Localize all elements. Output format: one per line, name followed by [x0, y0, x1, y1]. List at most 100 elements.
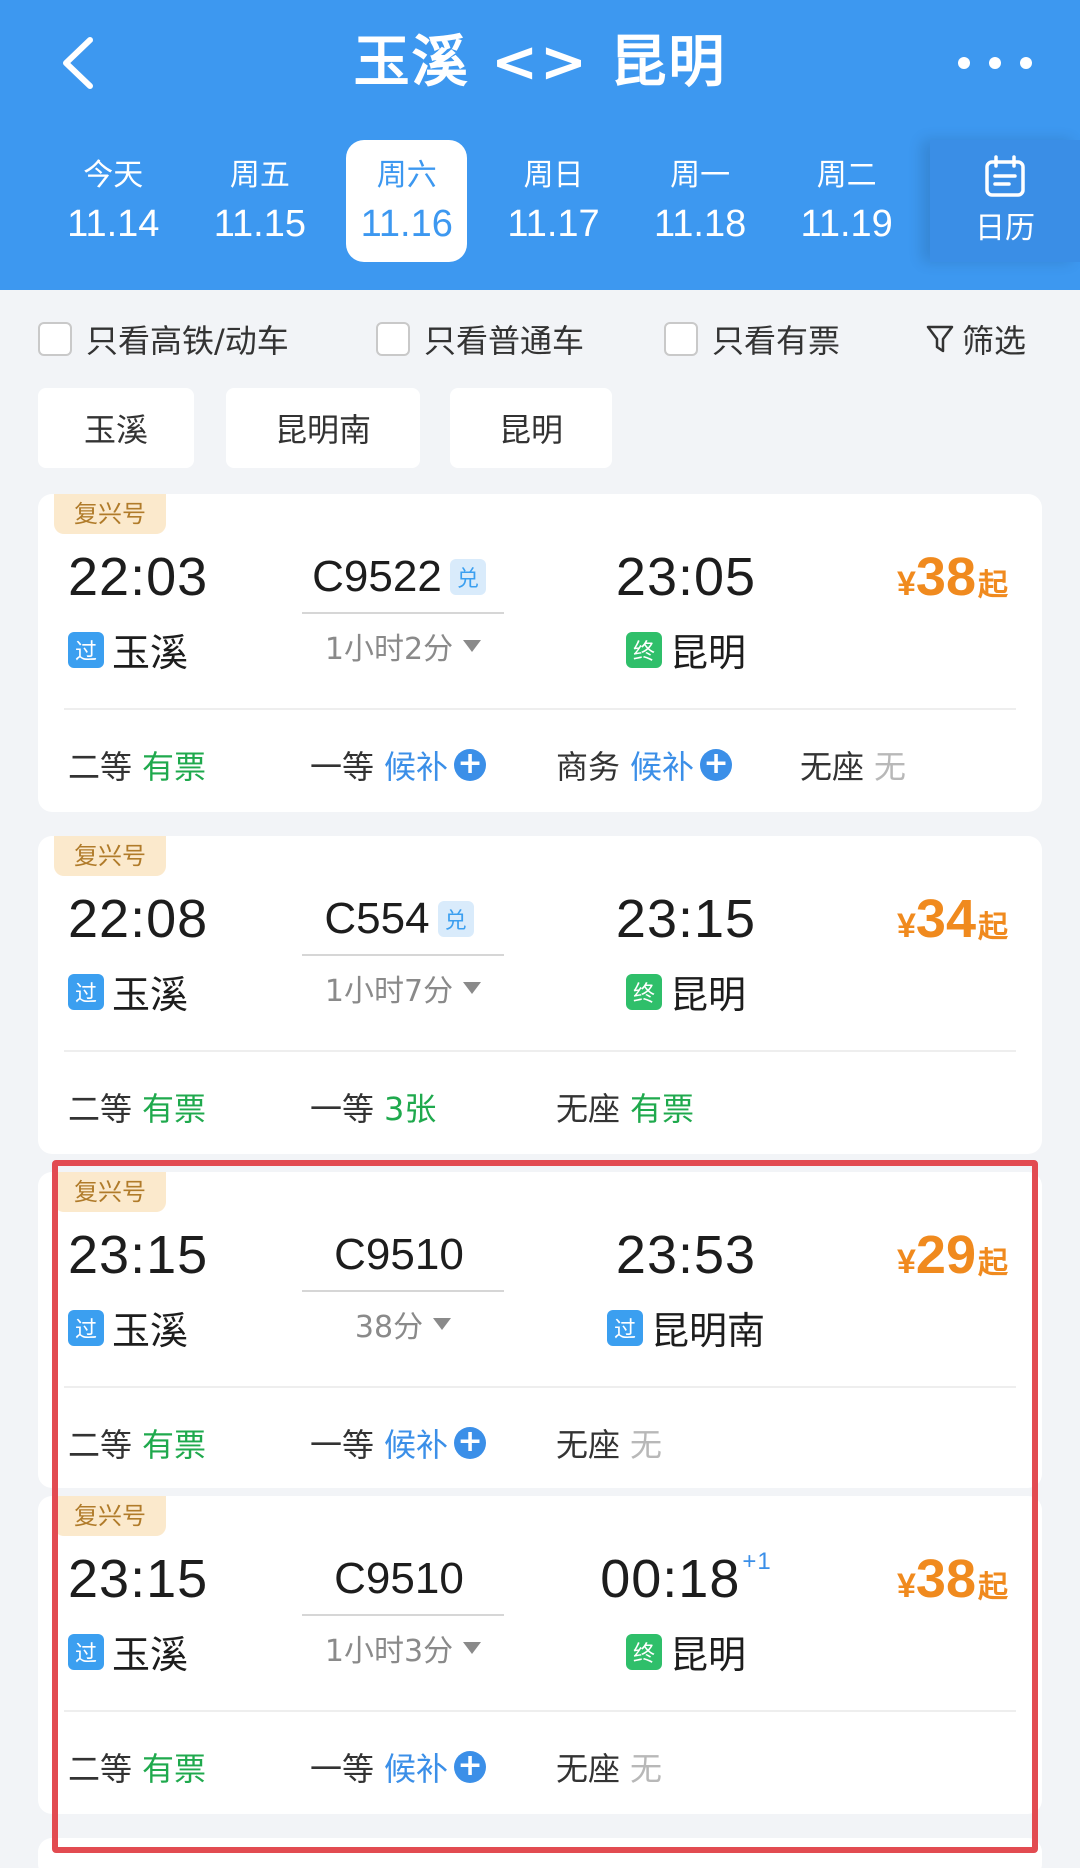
departure-station-name: 玉溪: [112, 1633, 189, 1677]
seat-class: 二等: [68, 1426, 133, 1464]
departure-station: 过玉溪: [68, 622, 188, 677]
filter-putong-checkbox[interactable]: 只看普通车: [376, 316, 584, 362]
card-divider: [64, 708, 1016, 710]
seat-status: 候补: [384, 1426, 449, 1464]
train-card[interactable]: 复兴号 22:08 过玉溪 C554 兑 1小时7分 23:15 终昆明 ¥34 起二等 有票 一等 3…: [38, 836, 1042, 1154]
date-tab-date: 11.14: [67, 203, 160, 245]
date-tab-date: 11.17: [507, 203, 600, 245]
seat-availability[interactable]: 无座无: [800, 742, 906, 788]
seat-availability[interactable]: 二等 有票: [68, 1744, 206, 1790]
seat-status: 无: [630, 1750, 663, 1788]
station-chip-yuxi[interactable]: 玉溪: [38, 388, 194, 468]
duration-line: [302, 1614, 504, 1616]
train-card-partial[interactable]: [38, 1838, 1042, 1868]
station-chip-kunming[interactable]: 昆明: [450, 388, 612, 468]
exchange-badge: 兑: [437, 901, 474, 937]
pass-badge: 过: [68, 973, 104, 1010]
duration-line: [302, 1290, 504, 1292]
duration-toggle[interactable]: 1小时3分: [302, 1626, 504, 1670]
train-type-tag: 复兴号: [54, 1172, 166, 1212]
departure-time: 22:08: [68, 889, 209, 949]
seat-availability[interactable]: 一等 候补 +: [310, 742, 487, 788]
price-suffix: 起: [978, 1571, 1008, 1604]
price: ¥38 起: [897, 546, 1008, 608]
add-waitlist-icon[interactable]: +: [700, 749, 733, 781]
station-chip-kunmingnan[interactable]: 昆明南: [226, 388, 420, 468]
arrival-time-text: 23:05: [615, 547, 757, 607]
add-waitlist-icon[interactable]: +: [454, 749, 487, 781]
date-tab-weekday: 周六: [376, 158, 437, 193]
more-button[interactable]: [950, 28, 1040, 98]
train-card[interactable]: 复兴号 23:15 过玉溪 C9510 1小时3分 00:18 +1 终昆明 ¥38 起二等 有票 一…: [38, 1496, 1042, 1814]
add-waitlist-icon[interactable]: +: [454, 1751, 487, 1783]
seat-status: 有票: [142, 1750, 207, 1788]
departure-station: 过玉溪: [68, 964, 188, 1019]
train-card[interactable]: 复兴号 23:15 过玉溪 C9510 38分 23:53 过昆明南 ¥29 起二等 有票 一等 候补…: [38, 1172, 1042, 1488]
date-tab[interactable]: 周六 11.16: [346, 140, 468, 262]
caret-down-icon: [463, 982, 482, 994]
duration-toggle[interactable]: 1小时7分: [302, 966, 504, 1010]
card-divider: [64, 1386, 1016, 1388]
seat-status: 有票: [630, 1090, 695, 1128]
seat-class: 二等: [68, 748, 133, 786]
arrival-station: 终昆明: [586, 1624, 786, 1679]
departure-time: 23:15: [68, 1549, 209, 1609]
add-waitlist-icon[interactable]: +: [454, 1427, 487, 1459]
seat-availability[interactable]: 无座无: [556, 1744, 662, 1790]
caret-down-icon: [463, 640, 482, 652]
date-tab[interactable]: 周五 11.15: [187, 140, 334, 262]
seat-availability[interactable]: 二等 有票: [68, 1084, 206, 1130]
duration-line: [302, 612, 504, 614]
train-number: C9510: [294, 1554, 504, 1604]
seat-availability[interactable]: 一等 3张: [310, 1084, 436, 1130]
funnel-icon: [926, 325, 954, 353]
duration-text: 1小时2分: [324, 632, 454, 667]
seat-class: 无座: [800, 748, 865, 786]
seat-availability[interactable]: 商务 候补 +: [556, 742, 733, 788]
seat-status: 有票: [142, 1090, 207, 1128]
seat-availability[interactable]: 一等 候补 +: [310, 1420, 487, 1466]
seat-availability[interactable]: 二等 有票: [68, 1420, 206, 1466]
price: ¥34 起: [897, 888, 1008, 950]
seat-status: 候补: [384, 748, 449, 786]
price-symbol: ¥: [897, 907, 916, 945]
duration-line: [302, 954, 504, 956]
terminal-badge: 终: [625, 973, 662, 1010]
seat-class: 二等: [68, 1750, 133, 1788]
filter-button[interactable]: 筛选: [926, 316, 1026, 362]
duration-text: 38分: [354, 1310, 424, 1345]
filter-gaotie-checkbox[interactable]: 只看高铁/动车: [38, 316, 289, 362]
duration-toggle[interactable]: 38分: [302, 1302, 504, 1346]
seat-class: 商务: [556, 748, 621, 786]
seat-class: 二等: [68, 1090, 133, 1128]
caret-down-icon: [433, 1318, 452, 1330]
date-tab[interactable]: 周日 11.17: [480, 140, 627, 262]
date-tab[interactable]: 周二 11.19: [773, 140, 920, 262]
seat-availability[interactable]: 无座 有票: [556, 1084, 694, 1130]
departure-time: 23:15: [68, 1225, 209, 1285]
duration-text: 1小时7分: [324, 974, 454, 1009]
price-value: 38: [915, 547, 976, 607]
pass-badge: 过: [606, 1309, 643, 1346]
calendar-button[interactable]: 日历: [930, 140, 1080, 262]
filter-putong-label: 只看普通车: [424, 322, 585, 360]
seat-availability[interactable]: 无座无: [556, 1420, 662, 1466]
calendar-label: 日历: [975, 211, 1035, 246]
terminal-badge: 终: [625, 1633, 662, 1670]
date-tab-weekday: 周一: [670, 158, 731, 193]
seat-status: 有票: [142, 1426, 207, 1464]
date-tab[interactable]: 今天 11.14: [40, 140, 187, 262]
filter-bar: 只看高铁/动车 只看普通车 只看有票 筛选: [0, 290, 1080, 390]
train-type-tag: 复兴号: [54, 494, 166, 534]
seat-class: 无座: [556, 1426, 621, 1464]
date-tab[interactable]: 周一 11.18: [627, 140, 774, 262]
seat-availability[interactable]: 二等 有票: [68, 742, 206, 788]
seat-availability[interactable]: 一等 候补 +: [310, 1744, 487, 1790]
filter-youpiao-checkbox[interactable]: 只看有票: [664, 316, 840, 362]
duration-toggle[interactable]: 1小时2分: [302, 624, 504, 668]
seat-status: 有票: [142, 748, 207, 786]
train-card[interactable]: 复兴号 22:03 过玉溪 C9522 兑 1小时2分 23:05 终昆明 ¥38 起二等 有票 一等…: [38, 494, 1042, 812]
departure-station-name: 玉溪: [112, 1309, 189, 1353]
departure-station-name: 玉溪: [112, 631, 189, 675]
date-tab-date: 11.16: [360, 203, 453, 245]
